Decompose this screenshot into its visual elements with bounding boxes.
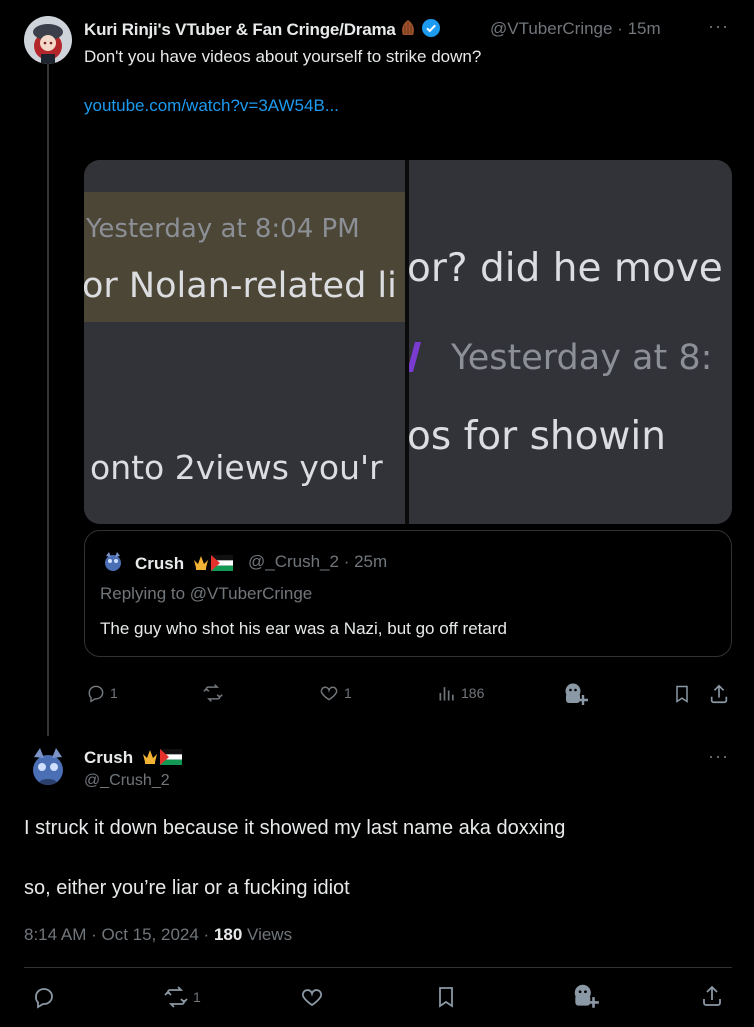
main-avatar[interactable] bbox=[24, 742, 72, 790]
main-share-button[interactable] bbox=[700, 984, 724, 1008]
parent-text: Don't you have videos about yourself to … bbox=[84, 47, 482, 66]
share-button[interactable] bbox=[708, 683, 730, 705]
media-image[interactable]: Yesterday at 8:04 PM or Nolan-related li… bbox=[84, 160, 732, 524]
retweet-button[interactable] bbox=[202, 683, 224, 703]
more-icon[interactable]: ··· bbox=[708, 16, 729, 37]
reply-icon bbox=[35, 988, 53, 1009]
parent-handle[interactable]: @VTuberCringe bbox=[490, 19, 612, 38]
views-icon bbox=[439, 687, 454, 701]
crown-icon bbox=[140, 746, 160, 771]
main-views-count: 180 bbox=[213, 925, 243, 944]
main-retweet-button[interactable]: 1 bbox=[163, 985, 201, 1009]
flag-icon bbox=[210, 555, 233, 576]
parent-author-name[interactable]: Kuri Rinji's VTuber & Fan Cringe/Drama bbox=[84, 18, 441, 43]
parent-link[interactable]: youtube.com/watch?v=3AW54B... bbox=[84, 96, 339, 116]
retweet-icon bbox=[164, 986, 188, 1008]
media-right-panel: or? did he move Yesterday at 8: os for s… bbox=[409, 160, 732, 524]
quote-avatar[interactable] bbox=[100, 548, 126, 574]
main-text-line1: I struck it down because it showed my la… bbox=[24, 817, 566, 839]
media-left-panel: Yesterday at 8:04 PM or Nolan-related li… bbox=[84, 160, 405, 524]
main-bookmark-button[interactable] bbox=[434, 985, 458, 1009]
quote-text: The guy who shot his ear was a Nazi, but… bbox=[100, 619, 507, 638]
divider bbox=[24, 967, 732, 968]
reply-count: 1 bbox=[110, 685, 118, 701]
media-text: os for showin bbox=[409, 414, 666, 459]
quote-handle[interactable]: @_Crush_2 bbox=[248, 552, 339, 571]
media-text: or Nolan-related li bbox=[84, 266, 397, 306]
media-text: Yesterday at 8:04 PM bbox=[86, 214, 360, 244]
quote-replying-to: Replying to @VTuberCringe bbox=[100, 584, 313, 603]
media-role-bar bbox=[409, 342, 422, 372]
quote-time[interactable]: 25m bbox=[354, 552, 387, 571]
grok-button[interactable] bbox=[562, 681, 590, 707]
main-timestamp[interactable]: 8:14 AM · Oct 15, 2024 · bbox=[24, 925, 214, 944]
share-icon bbox=[703, 985, 721, 1006]
quote-meta: @_Crush_2 · 25m bbox=[248, 552, 388, 571]
media-text: or? did he move bbox=[409, 246, 723, 291]
verified-icon bbox=[421, 18, 441, 43]
like-icon bbox=[301, 989, 323, 1007]
views-count: 186 bbox=[461, 685, 485, 701]
reply-icon bbox=[88, 685, 104, 703]
bookmark-icon bbox=[676, 685, 688, 703]
share-icon bbox=[710, 684, 728, 704]
main-author-name[interactable]: Crush bbox=[84, 746, 182, 771]
views-button[interactable]: 186 bbox=[437, 683, 484, 703]
main-views-label: Views bbox=[242, 925, 293, 944]
main-retweet-count: 1 bbox=[193, 989, 201, 1005]
main-handle[interactable]: @_Crush_2 bbox=[84, 772, 170, 790]
bookmark-icon bbox=[439, 987, 453, 1008]
media-text: onto 2views you'r bbox=[90, 448, 383, 487]
nut-icon bbox=[398, 18, 418, 43]
main-meta: 8:14 AM · Oct 15, 2024 · 180 Views bbox=[24, 925, 292, 945]
main-text-line2: so, either you’re liar or a fucking idio… bbox=[24, 877, 350, 899]
crown-icon bbox=[191, 552, 211, 577]
like-button[interactable]: 1 bbox=[318, 683, 352, 703]
parent-avatar[interactable] bbox=[24, 16, 72, 64]
quote-author-name[interactable]: Crush bbox=[135, 552, 233, 577]
parent-time[interactable]: 15m bbox=[628, 19, 661, 38]
grok-icon bbox=[574, 984, 599, 1008]
parent-meta: @VTuberCringe · 15m bbox=[490, 19, 661, 38]
main-grok-button[interactable] bbox=[571, 982, 601, 1010]
grok-icon bbox=[565, 683, 588, 705]
flag-icon bbox=[159, 749, 182, 770]
like-count: 1 bbox=[344, 685, 352, 701]
thread-line bbox=[47, 60, 49, 736]
main-reply-button[interactable] bbox=[32, 985, 56, 1009]
like-icon bbox=[320, 686, 338, 701]
bookmark-button[interactable] bbox=[672, 683, 692, 705]
more-icon[interactable]: ··· bbox=[708, 746, 729, 767]
main-like-button[interactable] bbox=[299, 985, 325, 1009]
media-text: Yesterday at 8: bbox=[451, 338, 713, 378]
reply-button[interactable]: 1 bbox=[86, 683, 118, 703]
retweet-icon bbox=[203, 684, 223, 702]
